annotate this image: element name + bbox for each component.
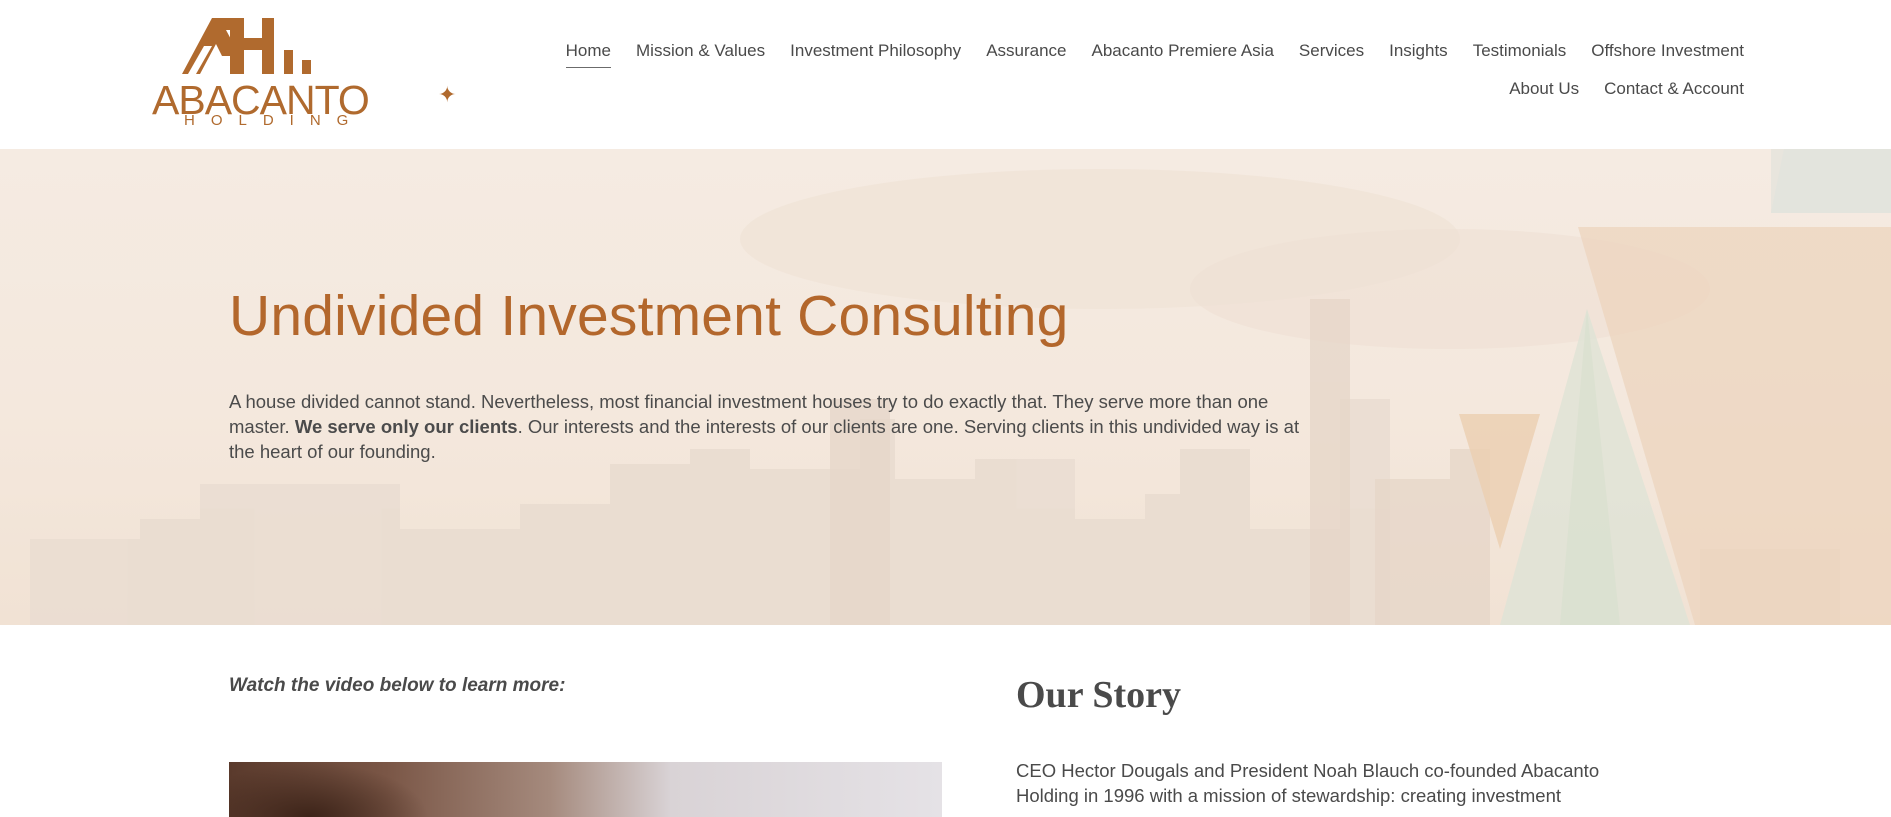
hero-description: A house divided cannot stand. Neverthele… (229, 389, 1309, 464)
nav-services[interactable]: Services (1299, 40, 1364, 68)
nav-abacanto-premiere-asia[interactable]: Abacanto Premiere Asia (1092, 40, 1274, 68)
hero-text-emphasis: We serve only our clients (294, 416, 518, 437)
story-paragraph: CEO Hector Dougals and President Noah Bl… (1016, 760, 1600, 806)
nav-offshore-investment[interactable]: Offshore Investment (1591, 40, 1744, 68)
nav-row-primary: Home Mission & Values Investment Philoso… (444, 40, 1744, 68)
brand-logo[interactable]: ABACANTO ✦ HOLDING (152, 16, 456, 134)
video-thumbnail-image (229, 762, 429, 817)
site-header: ABACANTO ✦ HOLDING Home Mission & Values… (0, 0, 1891, 149)
nav-row-secondary: About Us Contact & Account (444, 78, 1744, 105)
nav-contact-account[interactable]: Contact & Account (1604, 78, 1744, 105)
nav-mission-values[interactable]: Mission & Values (636, 40, 765, 68)
hero-banner: Undivided Investment Consulting A house … (0, 149, 1891, 625)
city-skyline-background (30, 149, 1891, 625)
video-player[interactable] (229, 762, 942, 817)
main-nav: Home Mission & Values Investment Philoso… (444, 40, 1744, 105)
logo-subtitle: HOLDING (184, 112, 365, 129)
nav-investment-philosophy[interactable]: Investment Philosophy (790, 40, 961, 68)
video-caption: Watch the video below to learn more: (229, 675, 566, 696)
hero-title: Undivided Investment Consulting (229, 284, 1069, 348)
nav-testimonials[interactable]: Testimonials (1473, 40, 1567, 68)
house-mark-icon (182, 18, 311, 74)
story-heading: Our Story (1016, 674, 1182, 716)
nav-insights[interactable]: Insights (1389, 40, 1448, 68)
nav-assurance[interactable]: Assurance (986, 40, 1066, 68)
nav-home[interactable]: Home (565, 40, 611, 68)
nav-about-us[interactable]: About Us (1509, 78, 1579, 105)
